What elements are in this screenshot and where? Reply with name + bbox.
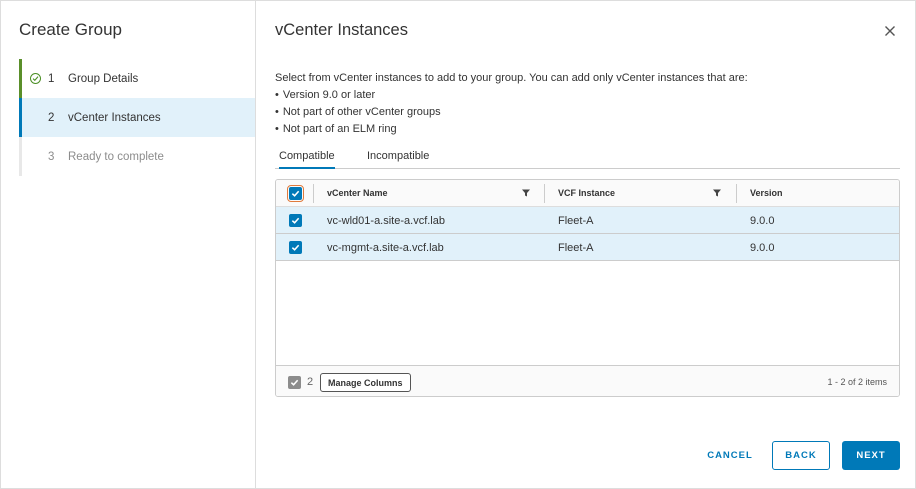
cell-vcf-instance: Fleet-A (558, 215, 594, 227)
step-indicator-bar (19, 98, 22, 137)
table-row[interactable]: vc-mgmt-a.site-a.vcf.lab Fleet-A 9.0.0 (276, 234, 899, 261)
selection-checkbox[interactable] (288, 376, 301, 389)
column-divider[interactable] (544, 184, 545, 203)
selected-count: 2 (307, 376, 314, 388)
cancel-button[interactable]: CANCEL (700, 441, 760, 470)
requirement-item: Not part of an ELM ring (275, 121, 748, 138)
tab-incompatible[interactable]: Incompatible (367, 150, 429, 169)
column-header-version[interactable]: Version (750, 188, 783, 198)
wizard-steps: 1 Group Details 2 vCenter Instances 3 Re… (19, 59, 255, 176)
cell-vcenter-name: vc-wld01-a.site-a.vcf.lab (327, 215, 445, 227)
row-checkbox[interactable] (289, 241, 302, 254)
description: Select from vCenter instances to add to … (275, 70, 748, 138)
checkbox-checked-icon (291, 217, 300, 224)
step-indicator-bar (19, 137, 22, 176)
step-label: Ready to complete (68, 150, 164, 163)
grid-header: vCenter Name VCF Instance Version (276, 180, 899, 207)
requirement-item: Version 9.0 or later (275, 87, 748, 104)
description-text: Select from vCenter instances to add to … (275, 72, 748, 84)
step-number: 3 (48, 150, 55, 163)
select-all-checkbox[interactable] (287, 185, 304, 202)
step-number: 2 (48, 111, 55, 124)
check-circle-icon (30, 73, 41, 84)
wizard-title: Create Group (19, 20, 122, 39)
tab-compatible[interactable]: Compatible (279, 150, 335, 169)
step-label: vCenter Instances (68, 111, 161, 124)
tab-bar: Compatible Incompatible (275, 147, 900, 169)
table-row[interactable]: vc-wld01-a.site-a.vcf.lab Fleet-A 9.0.0 (276, 207, 899, 234)
column-header-vcf-instance[interactable]: VCF Instance (558, 188, 615, 198)
column-divider[interactable] (736, 184, 737, 203)
next-button[interactable]: NEXT (842, 441, 900, 470)
step-ready-to-complete[interactable]: 3 Ready to complete (19, 137, 255, 176)
step-vcenter-instances[interactable]: 2 vCenter Instances (19, 98, 255, 137)
row-checkbox[interactable] (289, 214, 302, 227)
pagination-text: 1 - 2 of 2 items (827, 377, 887, 387)
back-button[interactable]: BACK (772, 441, 830, 470)
vcenter-datagrid: vCenter Name VCF Instance Version vc-wld… (275, 179, 900, 397)
grid-footer: 2 Manage Columns 1 - 2 of 2 items (276, 365, 899, 396)
column-divider (313, 184, 314, 203)
create-group-wizard: Create Group 1 Group Details 2 vCenter I… (0, 0, 916, 489)
checkbox-checked-icon (290, 379, 299, 386)
step-label: Group Details (68, 72, 139, 85)
step-indicator-bar (19, 59, 22, 98)
manage-columns-button[interactable]: Manage Columns (320, 373, 411, 392)
column-header-vcenter-name[interactable]: vCenter Name (327, 188, 388, 198)
step-group-details[interactable]: 1 Group Details (19, 59, 255, 98)
checkbox-checked-icon (291, 190, 300, 197)
checkbox-checked-icon (291, 244, 300, 251)
close-icon[interactable] (882, 23, 898, 39)
filter-icon[interactable] (712, 188, 722, 198)
wizard-content: vCenter Instances Select from vCenter in… (256, 1, 916, 488)
page-title: vCenter Instances (275, 21, 408, 39)
cell-version: 9.0.0 (750, 242, 775, 254)
requirement-item: Not part of other vCenter groups (275, 104, 748, 121)
requirements-list: Version 9.0 or later Not part of other v… (275, 87, 748, 138)
cell-vcf-instance: Fleet-A (558, 242, 594, 254)
cell-version: 9.0.0 (750, 215, 775, 227)
cell-vcenter-name: vc-mgmt-a.site-a.vcf.lab (327, 242, 444, 254)
step-number: 1 (48, 72, 55, 85)
wizard-sidebar: Create Group 1 Group Details 2 vCenter I… (1, 1, 256, 488)
filter-icon[interactable] (521, 188, 531, 198)
